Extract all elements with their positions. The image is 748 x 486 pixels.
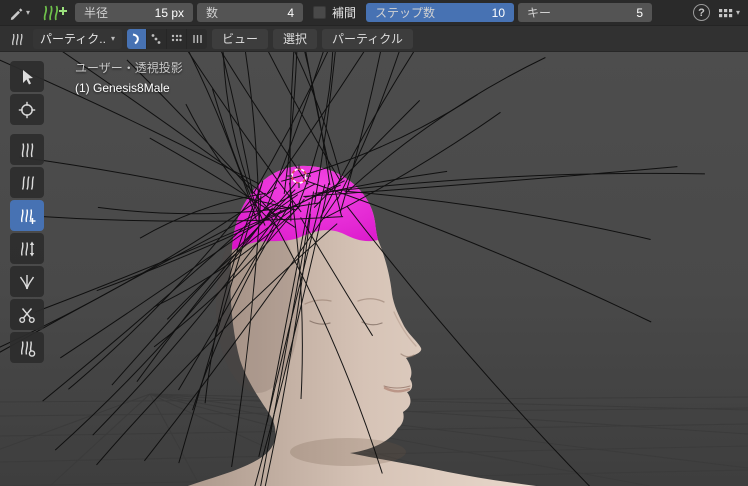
editor-type-dropdown[interactable]: ▾	[5, 3, 33, 23]
keys-label: キー	[527, 6, 552, 20]
grid-dots-icon	[718, 8, 733, 17]
tool-add-hair[interactable]	[10, 200, 44, 231]
chevron-down-icon: ▾	[735, 7, 740, 17]
view-mode-overlay-text: ユーザー・透視投影	[75, 61, 183, 75]
weight-brush-icon	[20, 340, 36, 357]
radius-value: 15 px	[154, 5, 185, 20]
brush-grid-dots-button[interactable]	[167, 28, 187, 49]
smooth-brush-icon	[21, 175, 35, 190]
radius-field[interactable]: 半径 15 px	[75, 3, 194, 22]
length-brush-icon	[20, 241, 35, 256]
left-toolbar	[10, 61, 44, 363]
brush-dots-button[interactable]	[147, 28, 167, 49]
tool-smooth[interactable]	[10, 167, 44, 198]
comma-brush-icon	[133, 33, 140, 44]
steps-field[interactable]: ステップ数 10	[366, 3, 515, 22]
view-menu[interactable]: ビュー	[211, 28, 268, 49]
tool-cursor-3d[interactable]	[10, 94, 44, 125]
count-label: 数	[206, 6, 219, 20]
object-name-overlay-text: (1) Genesis8Male	[75, 81, 170, 95]
steps-label: ステップ数	[375, 6, 436, 20]
particle-menu[interactable]: パーティクル	[322, 28, 413, 49]
dots-falloff-icon	[152, 33, 161, 44]
brush-mode-icon	[6, 29, 28, 49]
brush-lines-button[interactable]	[187, 29, 207, 49]
interpolate-checkbox[interactable]: 補間	[313, 4, 356, 21]
pencil-icon	[10, 7, 23, 20]
viewport-canvas	[0, 52, 748, 486]
mode-dropdown-label: パーティク..	[40, 32, 106, 46]
chevron-down-icon: ▾	[26, 7, 31, 17]
checkbox-box-icon[interactable]	[313, 6, 327, 19]
blender-window: { "topbar": { "radius_label": "半径", "rad…	[0, 0, 748, 486]
count-field[interactable]: 数 4	[197, 3, 304, 22]
keys-value: 5	[636, 5, 644, 20]
tool-tweak-select[interactable]	[10, 61, 44, 92]
keys-field[interactable]: キー 5	[518, 3, 653, 22]
hair-add-tool-icon	[37, 3, 71, 23]
crosshair-circle-icon	[18, 101, 36, 118]
brush-comb-button[interactable]	[126, 28, 147, 49]
add-hair-brush-icon	[20, 208, 36, 224]
chevron-down-icon: ▾	[110, 33, 115, 43]
select-menu[interactable]: 選択	[272, 28, 317, 49]
steps-value: 10	[491, 5, 506, 20]
viewport-3d[interactable]: ユーザー・透視投影 (1) Genesis8Male	[0, 52, 748, 486]
tool-settings-bar: ▾ 半径 15 px 数 4 補間 ステップ数 10 キー 5 ? ▾	[0, 0, 748, 26]
options-grid-dropdown[interactable]: ▾	[714, 3, 743, 23]
grid-dots-icon	[172, 34, 183, 41]
tool-puff[interactable]	[10, 266, 44, 297]
comb-brush-icon	[21, 142, 34, 157]
mode-dropdown[interactable]: パーティク.. ▾	[33, 28, 122, 49]
viewport-header: パーティク.. ▾ ビュー 選択 パーティクル	[0, 26, 748, 52]
tool-comb[interactable]	[10, 134, 44, 165]
count-value: 4	[287, 5, 295, 20]
puff-brush-icon	[19, 274, 35, 289]
help-icon[interactable]: ?	[692, 4, 710, 21]
tool-cut[interactable]	[10, 299, 44, 330]
brush-select-group	[126, 28, 207, 49]
interpolate-label: 補間	[332, 6, 357, 20]
scissors-icon	[19, 307, 35, 323]
tool-weight[interactable]	[10, 332, 44, 363]
tool-length[interactable]	[10, 233, 44, 264]
cursor-arrow-icon	[23, 69, 33, 84]
radius-label: 半径	[84, 6, 109, 20]
lines-icon	[193, 34, 202, 43]
